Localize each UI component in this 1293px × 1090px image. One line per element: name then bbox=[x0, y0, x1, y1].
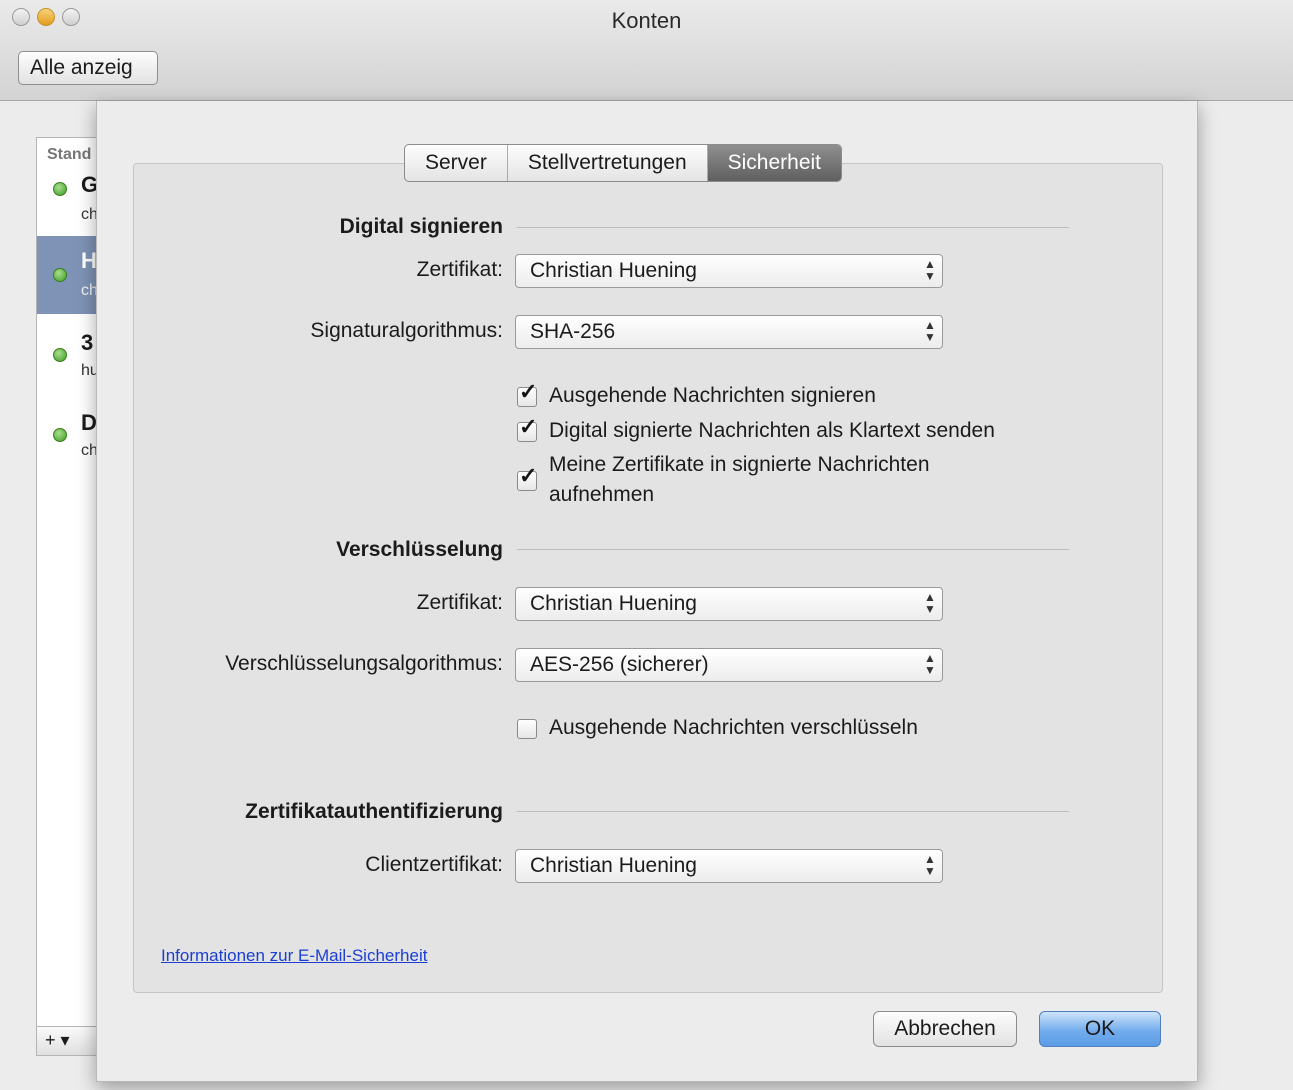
popup-value: Christian Huening bbox=[530, 592, 697, 615]
popup-value: AES-256 (sicherer) bbox=[530, 653, 709, 676]
account-name: 3 bbox=[81, 330, 94, 355]
account-name: H bbox=[81, 248, 97, 273]
tab-server[interactable]: Server bbox=[405, 145, 508, 181]
window-titlebar: Konten Alle anzeig bbox=[0, 0, 1293, 101]
encrypt-algo-label: Verschlüsselungsalgorithmus: bbox=[225, 652, 503, 675]
encrypt-outgoing-checkbox[interactable] bbox=[517, 719, 537, 739]
status-online-icon bbox=[53, 428, 67, 442]
section-heading-sign: Digital signieren bbox=[339, 215, 503, 238]
sign-include-certs-checkbox[interactable]: ✓ bbox=[517, 463, 538, 491]
client-cert-popup[interactable]: Christian Huening ▲ ▼ bbox=[515, 849, 943, 883]
section-heading-encrypt: Verschlüsselung bbox=[336, 538, 503, 561]
account-name: D bbox=[81, 410, 97, 435]
encrypt-cert-popup[interactable]: Christian Huening ▲ ▼ bbox=[515, 587, 943, 621]
sign-cert-label: Zertifikat: bbox=[416, 258, 503, 281]
encrypt-cert-label: Zertifikat: bbox=[416, 591, 503, 614]
tab-stellvertretungen[interactable]: Stellvertretungen bbox=[508, 145, 708, 181]
checkmark-icon: ✓ bbox=[519, 414, 538, 439]
cancel-button[interactable]: Abbrechen bbox=[873, 1011, 1017, 1047]
email-security-info-link[interactable]: Informationen zur E-Mail-Sicherheit bbox=[161, 946, 427, 966]
window-title: Konten bbox=[611, 8, 682, 33]
section-heading-certauth: Zertifikatauthentifizierung bbox=[245, 800, 503, 823]
status-online-icon bbox=[53, 348, 67, 362]
account-list-header: Stand bbox=[47, 146, 92, 163]
section-divider bbox=[517, 549, 1069, 550]
popup-value: SHA-256 bbox=[530, 320, 616, 343]
client-cert-label: Clientzertifikat: bbox=[365, 853, 503, 876]
popup-value: Christian Huening bbox=[530, 259, 697, 282]
updown-arrows-icon: ▲ ▼ bbox=[924, 651, 936, 677]
sign-include-certs-label-line2: aufnehmen bbox=[549, 483, 655, 506]
section-divider bbox=[517, 811, 1069, 812]
security-sheet: Server Stellvertretungen Sicherheit Digi… bbox=[96, 101, 1198, 1082]
sign-cert-popup[interactable]: Christian Huening ▲ ▼ bbox=[515, 254, 943, 288]
popup-value: Christian Huening bbox=[530, 854, 697, 877]
sign-outgoing-checkbox[interactable]: ✓ bbox=[517, 379, 538, 407]
checkmark-icon: ✓ bbox=[519, 379, 538, 404]
show-all-button[interactable]: Alle anzeig bbox=[18, 51, 158, 85]
ok-button[interactable]: OK bbox=[1039, 1011, 1161, 1047]
sign-include-certs-label-line1: Meine Zertifikate in signierte Nachricht… bbox=[549, 453, 930, 476]
sign-cleartext-label: Digital signierte Nachrichten als Klarte… bbox=[549, 419, 995, 442]
encrypt-algo-popup[interactable]: AES-256 (sicherer) ▲ ▼ bbox=[515, 648, 943, 682]
checkmark-icon: ✓ bbox=[519, 463, 538, 488]
tab-bar: Server Stellvertretungen Sicherheit bbox=[404, 144, 843, 182]
tab-sicherheit[interactable]: Sicherheit bbox=[707, 145, 842, 181]
updown-arrows-icon: ▲ ▼ bbox=[924, 852, 936, 878]
updown-arrows-icon: ▲ ▼ bbox=[924, 318, 936, 344]
updown-arrows-icon: ▲ ▼ bbox=[924, 590, 936, 616]
status-online-icon bbox=[53, 182, 67, 196]
sign-algo-label: Signaturalgorithmus: bbox=[310, 319, 503, 342]
sign-cleartext-checkbox[interactable]: ✓ bbox=[517, 414, 538, 442]
sign-outgoing-label: Ausgehende Nachrichten signieren bbox=[549, 384, 876, 407]
encrypt-outgoing-label: Ausgehende Nachrichten verschlüsseln bbox=[549, 716, 918, 739]
section-divider bbox=[517, 227, 1069, 228]
status-online-icon bbox=[53, 268, 67, 282]
sign-algo-popup[interactable]: SHA-256 ▲ ▼ bbox=[515, 315, 943, 349]
updown-arrows-icon: ▲ ▼ bbox=[924, 257, 936, 283]
